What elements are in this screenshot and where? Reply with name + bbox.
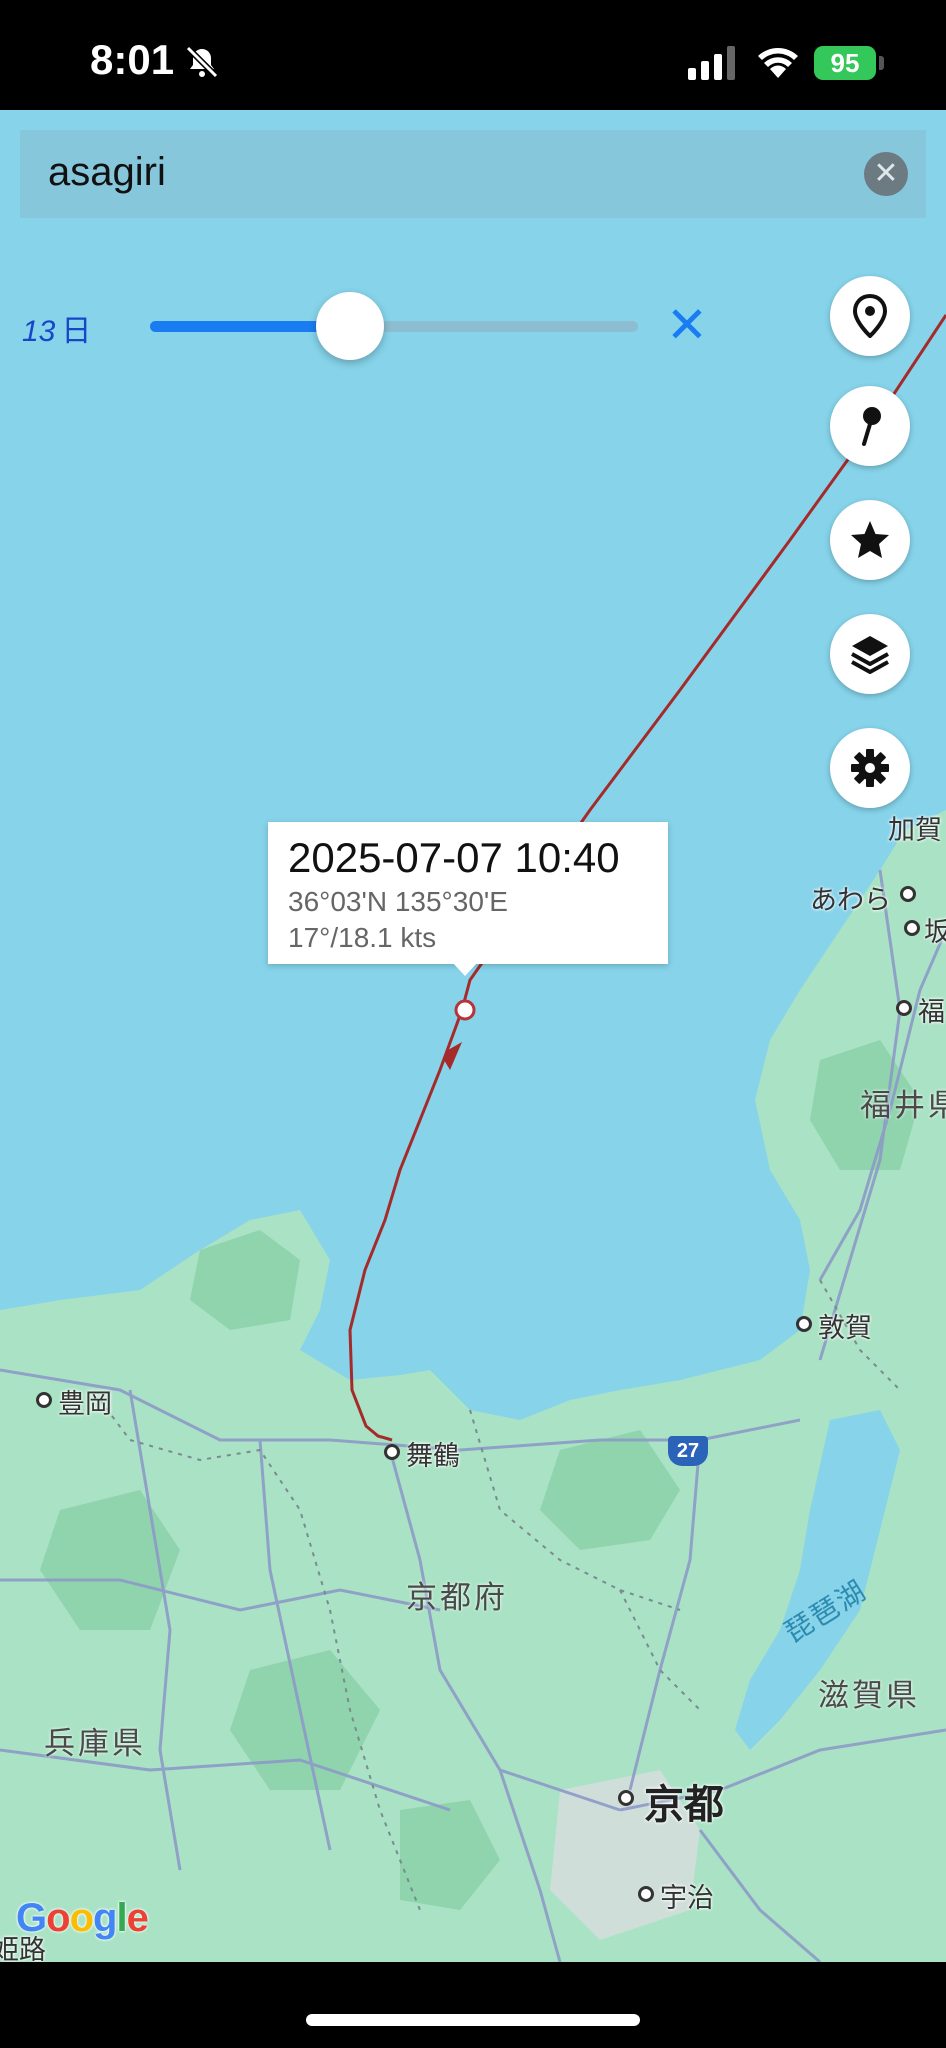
- favorites-button[interactable]: [830, 500, 910, 580]
- popup-pointer: [452, 962, 478, 976]
- bottom-bar: [0, 1962, 946, 2048]
- status-time: 8:01: [90, 36, 175, 83]
- place-fukui-pref: 福井県: [860, 1088, 946, 1123]
- place-shiga-pref: 滋賀県: [818, 1678, 920, 1713]
- search-bar[interactable]: asagiri ✕: [20, 130, 926, 218]
- place-saka: 坂: [924, 917, 946, 947]
- place-tsuruga: 敦賀: [818, 1313, 872, 1343]
- pin-icon: [862, 407, 881, 446]
- battery-indicator: 95: [814, 46, 876, 80]
- bell-slash-icon: [185, 45, 219, 79]
- place-dot: [900, 886, 916, 902]
- clear-search-button[interactable]: ✕: [864, 152, 908, 196]
- place-dot: [384, 1444, 400, 1460]
- gear-icon: [851, 749, 889, 787]
- cellular-signal-icon: [688, 46, 735, 80]
- map-marker-icon: [852, 294, 888, 338]
- place-dot: [796, 1316, 812, 1332]
- layers-icon: [851, 636, 889, 674]
- popup-timestamp: 2025-07-07 10:40: [288, 834, 620, 881]
- place-dot: [904, 920, 920, 936]
- track-direction-arrow: [444, 1042, 462, 1070]
- search-input[interactable]: asagiri: [48, 150, 166, 195]
- map-view[interactable]: asagiri ✕ 13 日 ✕ 2025-07-07 10:40 36°03'…: [0, 110, 946, 1962]
- location-button[interactable]: [830, 276, 910, 356]
- google-attribution-logo[interactable]: Google: [16, 1896, 149, 1941]
- home-indicator[interactable]: [306, 2014, 640, 2026]
- zoom-days-label: 13 日: [22, 315, 92, 348]
- settings-button[interactable]: [830, 728, 910, 808]
- pin-button[interactable]: [830, 386, 910, 466]
- time-range-slider[interactable]: [150, 292, 638, 360]
- place-uji: 宇治: [660, 1883, 714, 1913]
- vessel-position-marker: [454, 999, 476, 1021]
- place-dot: [896, 1000, 912, 1016]
- place-kyoto-pref: 京都府: [406, 1580, 508, 1615]
- status-bar: 8:01 95: [0, 0, 946, 110]
- place-dot: [638, 1886, 654, 1902]
- popup-position: 36°03'N 135°30'E: [288, 886, 508, 917]
- place-maizuru: 舞鶴: [406, 1441, 460, 1471]
- battery-nub: [879, 56, 884, 70]
- wifi-icon: [758, 48, 798, 78]
- place-hyogo-pref: 兵庫県: [44, 1726, 146, 1761]
- place-dot: [618, 1790, 634, 1806]
- place-toyooka: 豊岡: [58, 1389, 112, 1419]
- star-icon: [851, 521, 889, 558]
- map-terrain: [0, 314, 946, 1962]
- place-dot: [36, 1392, 52, 1408]
- slider-thumb[interactable]: [316, 292, 385, 360]
- place-kaga: 加賀: [888, 815, 942, 845]
- layers-button[interactable]: [830, 614, 910, 694]
- popup-course-speed: 17°/18.1 kts: [288, 922, 437, 953]
- close-slider-button[interactable]: ✕: [666, 300, 708, 350]
- place-fuku: 福: [918, 997, 945, 1027]
- route-27-shield: 27: [668, 1436, 708, 1466]
- place-awara: あわら: [810, 885, 891, 915]
- place-kyoto-city: 京都: [644, 1783, 724, 1827]
- vessel-info-popup[interactable]: 2025-07-07 10:40 36°03'N 135°30'E 17°/18…: [268, 822, 668, 964]
